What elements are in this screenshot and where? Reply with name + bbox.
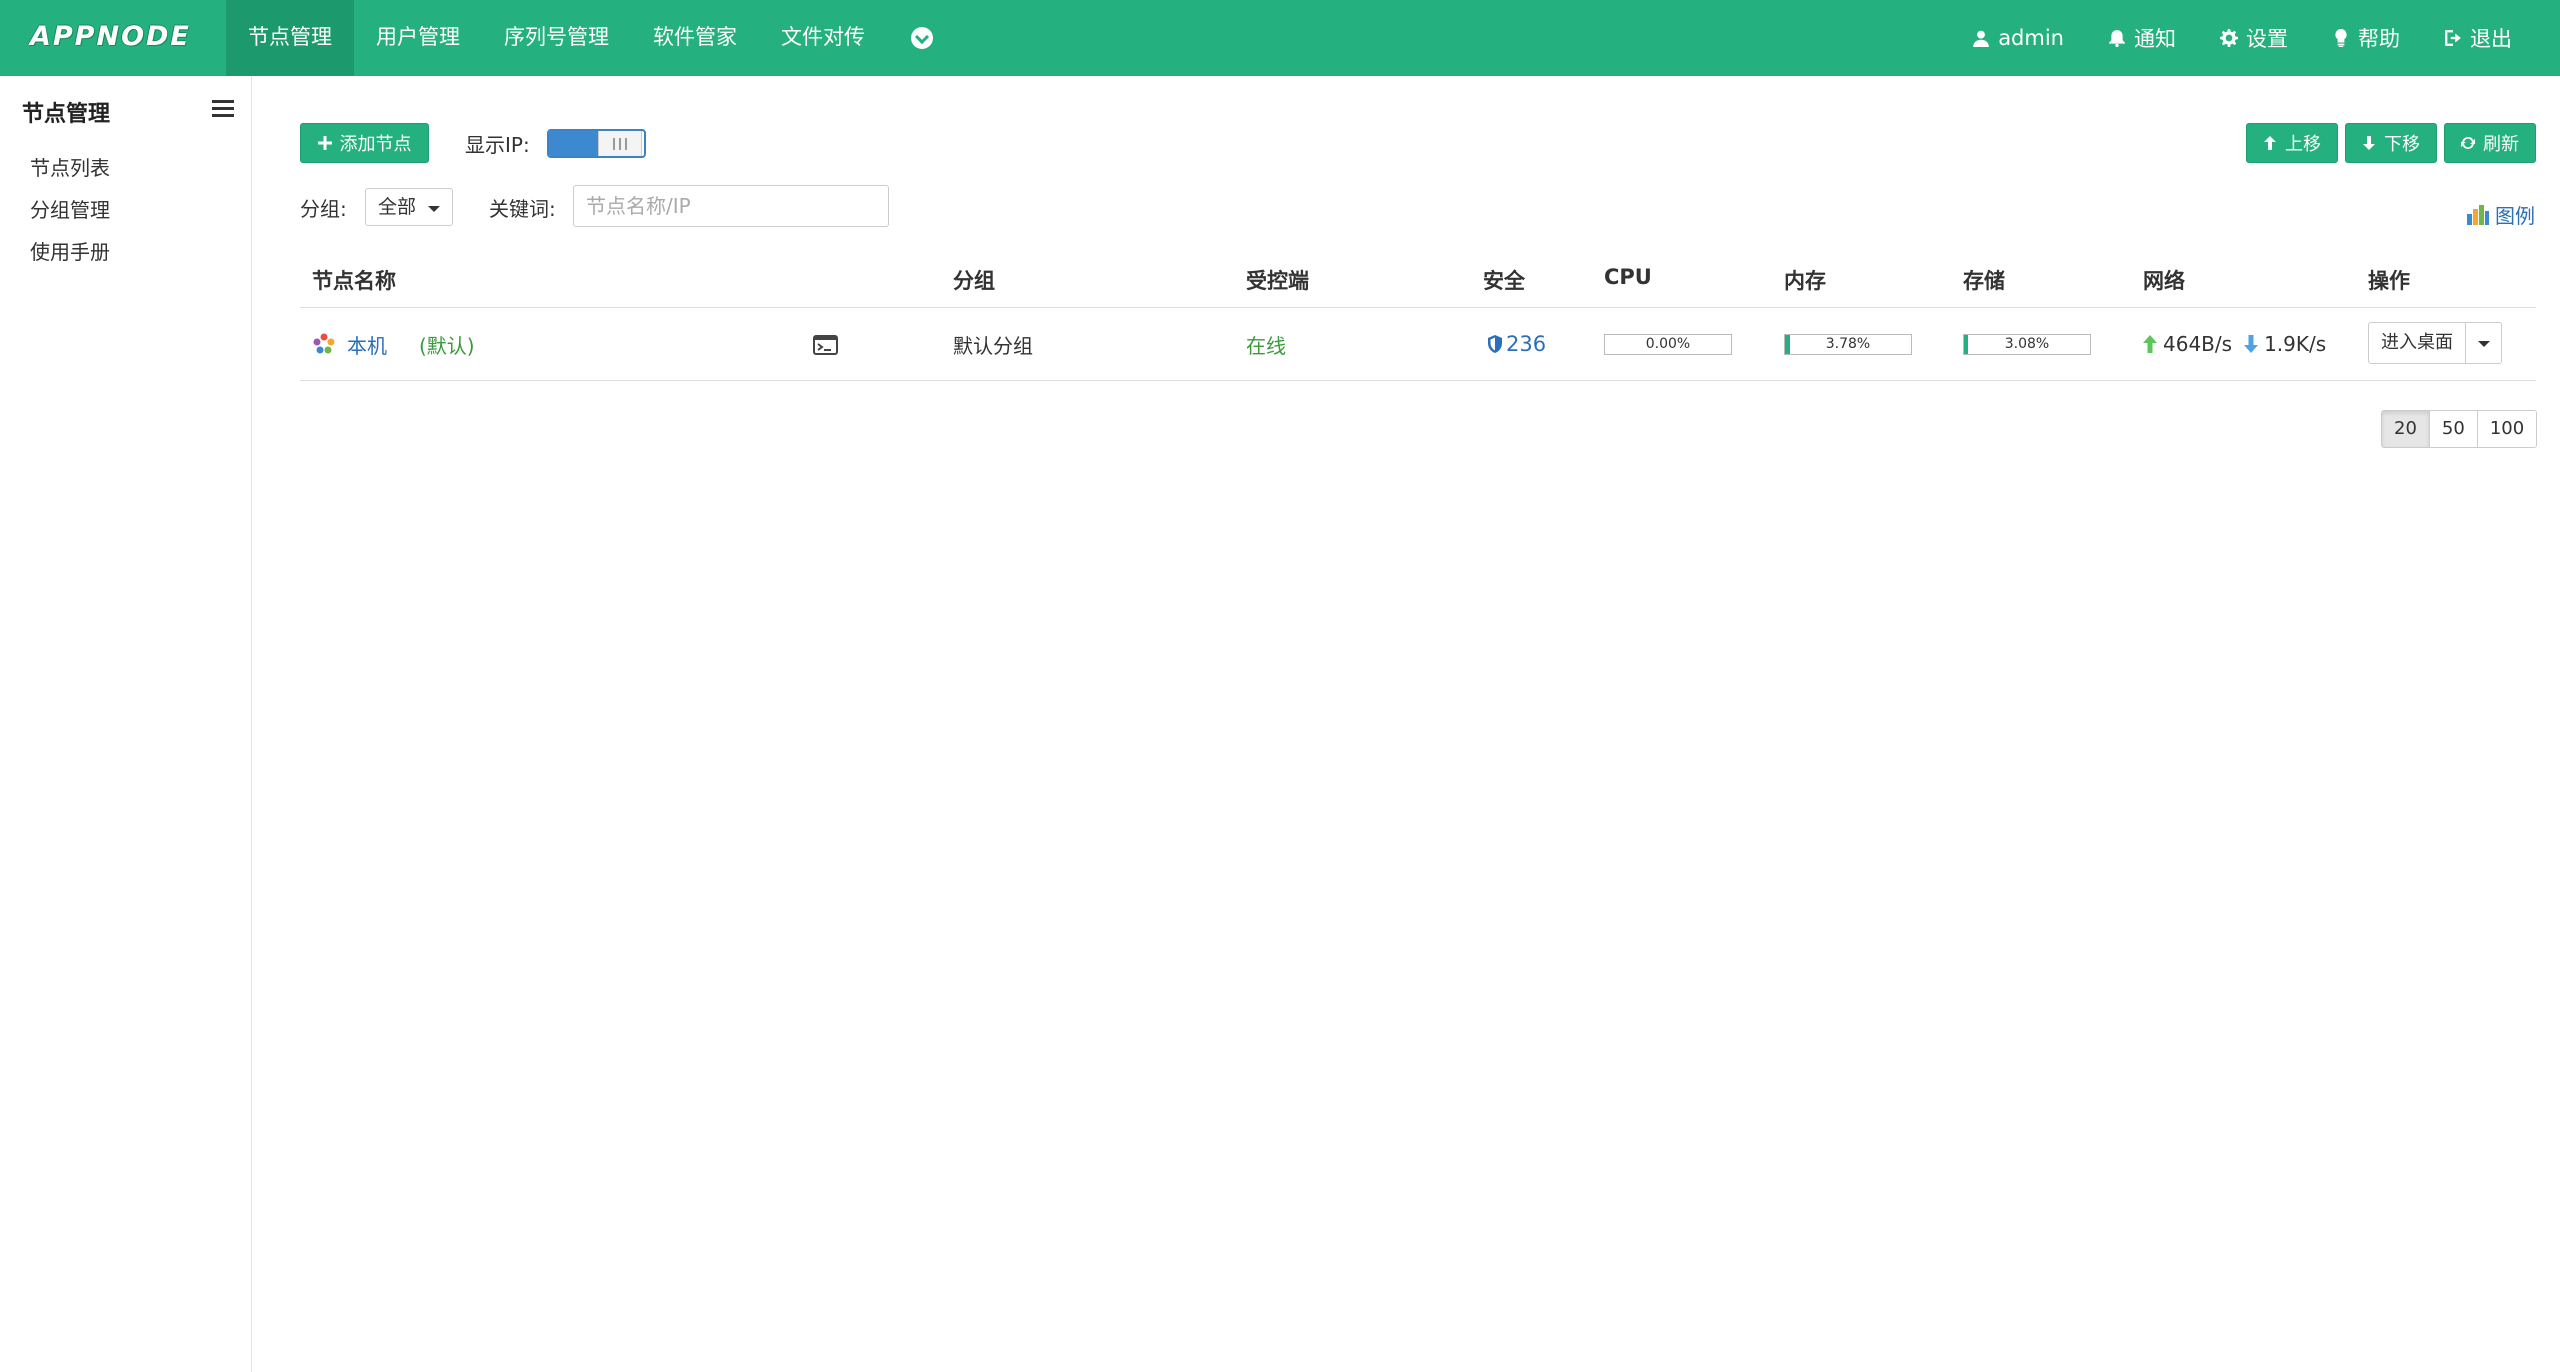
sidebar: 节点管理 节点列表 分组管理 使用手册 <box>0 76 252 1372</box>
help-link[interactable]: 帮助 <box>2310 0 2422 76</box>
col-header-storage: 存储 <box>1963 269 2005 293</box>
download-arrow-icon <box>2244 335 2259 353</box>
sidebar-item-user-manual[interactable]: 使用手册 <box>30 236 110 265</box>
chevron-down-circle-icon <box>911 27 933 49</box>
caret-down-icon <box>428 206 440 212</box>
col-header-network: 网络 <box>2143 269 2185 293</box>
refresh-label: 刷新 <box>2483 134 2519 155</box>
terminal-icon[interactable] <box>813 335 838 355</box>
page-size-50[interactable]: 50 <box>2428 411 2477 447</box>
settings-label: 设置 <box>2246 27 2288 51</box>
caret-down-icon <box>2478 341 2490 347</box>
agent-status: 在线 <box>1246 334 1286 358</box>
move-up-button[interactable]: 上移 <box>2246 123 2338 163</box>
storage-usage-text: 3.08% <box>2004 336 2050 352</box>
show-ip-toggle[interactable] <box>547 129 646 158</box>
keyword-label: 关键词: <box>489 197 556 221</box>
col-header-agent: 受控端 <box>1246 269 1309 293</box>
add-node-button[interactable]: 添加节点 <box>300 123 429 163</box>
notify-label: 通知 <box>2134 27 2176 51</box>
action-dropdown-toggle[interactable] <box>2465 323 2501 363</box>
user-icon <box>1973 30 1990 47</box>
logout-label: 退出 <box>2470 27 2512 51</box>
security-score: 236 <box>1506 332 1547 356</box>
default-tag: (默认) <box>419 334 475 358</box>
bar-chart-icon <box>2467 204 2489 225</box>
add-node-label: 添加节点 <box>339 134 412 155</box>
col-header-group: 分组 <box>953 269 995 293</box>
storage-usage-bar: 3.08% <box>1963 334 2091 355</box>
page-size-20[interactable]: 20 <box>2382 411 2429 447</box>
lightbulb-icon <box>2335 29 2347 47</box>
right-nav: admin 通知 设置 帮助 退出 <box>1950 0 2534 76</box>
user-menu[interactable]: admin <box>1950 0 2086 76</box>
sidebar-item-node-list[interactable]: 节点列表 <box>30 152 110 181</box>
memory-usage-bar: 3.78% <box>1784 334 1912 355</box>
bell-icon <box>2109 30 2125 47</box>
table-header-divider <box>300 307 2536 308</box>
group-select[interactable]: 全部 <box>365 188 453 226</box>
nav-item-user-management[interactable]: 用户管理 <box>354 0 482 76</box>
settings-link[interactable]: 设置 <box>2198 0 2310 76</box>
notify-link[interactable]: 通知 <box>2086 0 2198 76</box>
page-size-100[interactable]: 100 <box>2476 411 2537 447</box>
keyword-search-input[interactable] <box>573 185 889 227</box>
legend-link[interactable]: 图例 <box>2467 200 2535 229</box>
node-name-link[interactable]: 本机 <box>347 330 387 359</box>
logout-link[interactable]: 退出 <box>2422 0 2534 76</box>
shield-icon <box>1488 335 1502 353</box>
col-header-security: 安全 <box>1483 269 1525 293</box>
username: admin <box>1998 26 2064 50</box>
row-group: 默认分组 <box>953 334 1033 358</box>
move-down-button[interactable]: 下移 <box>2345 123 2437 163</box>
top-navbar: APPNODE 节点管理 用户管理 序列号管理 软件管家 文件对传 admin … <box>0 0 2560 76</box>
net-up: 464B/s <box>2163 332 2233 356</box>
nav-item-node-management[interactable]: 节点管理 <box>226 0 354 76</box>
group-select-value: 全部 <box>378 196 417 218</box>
nav-item-file-transfer[interactable]: 文件对传 <box>759 0 887 76</box>
page-size-selector: 20 50 100 <box>2381 410 2538 448</box>
nav-more-button[interactable] <box>887 0 957 76</box>
network-traffic: 464B/s 1.9K/s <box>2143 332 2326 356</box>
arrow-down-icon <box>2363 136 2375 150</box>
col-header-cpu: CPU <box>1604 265 1652 289</box>
security-link[interactable]: 236 <box>1488 332 1546 356</box>
move-up-label: 上移 <box>2285 134 2321 155</box>
sign-out-icon <box>2445 30 2461 46</box>
main-nav: 节点管理 用户管理 序列号管理 软件管家 文件对传 <box>226 0 957 76</box>
refresh-button[interactable]: 刷新 <box>2444 123 2536 163</box>
appnode-logo[interactable]: APPNODE <box>30 20 192 54</box>
arrow-up-icon <box>2264 136 2276 150</box>
gear-icon <box>2220 29 2238 47</box>
nav-item-serial-management[interactable]: 序列号管理 <box>482 0 631 76</box>
toggle-knob <box>598 131 642 156</box>
enter-desktop-button[interactable]: 进入桌面 <box>2369 323 2465 363</box>
help-label: 帮助 <box>2358 27 2400 51</box>
plus-icon <box>317 136 332 150</box>
col-header-memory: 内存 <box>1784 269 1826 293</box>
node-flower-icon <box>313 333 335 354</box>
table-row-divider <box>300 380 2536 381</box>
memory-usage-text: 3.78% <box>1825 336 1871 352</box>
refresh-icon <box>2461 137 2475 149</box>
legend-label: 图例 <box>2495 204 2535 228</box>
col-header-actions: 操作 <box>2368 269 2410 293</box>
sidebar-item-group-management[interactable]: 分组管理 <box>30 194 110 223</box>
move-down-label: 下移 <box>2384 134 2420 155</box>
cpu-usage-bar: 0.00% <box>1604 334 1732 355</box>
nav-item-software-manager[interactable]: 软件管家 <box>631 0 759 76</box>
upload-arrow-icon <box>2143 335 2157 353</box>
group-filter-label: 分组: <box>300 197 347 221</box>
cpu-usage-text: 0.00% <box>1645 336 1691 352</box>
sidebar-title: 节点管理 <box>22 102 111 127</box>
net-down: 1.9K/s <box>2264 332 2327 356</box>
show-ip-label: 显示IP: <box>465 133 530 157</box>
hamburger-menu-icon[interactable] <box>212 100 234 118</box>
col-header-name: 节点名称 <box>312 269 396 293</box>
enter-desktop-split-button: 进入桌面 <box>2368 322 2502 364</box>
